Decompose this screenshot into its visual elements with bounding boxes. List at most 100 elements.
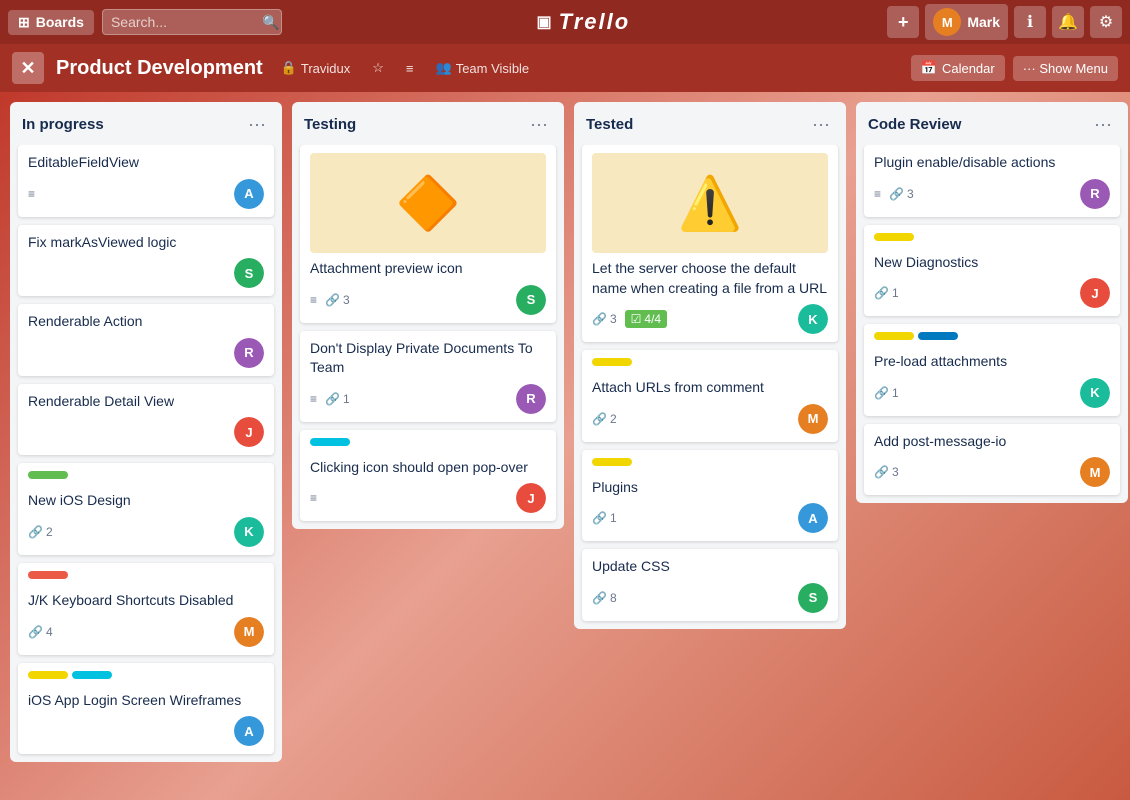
- user-menu-button[interactable]: M Mark: [925, 4, 1008, 40]
- card-title: Attach URLs from comment: [592, 378, 828, 398]
- card[interactable]: J/K Keyboard Shortcuts Disabled🔗 4 M: [18, 563, 274, 655]
- card-footer: 🔗 2 M: [592, 404, 828, 434]
- list-menu-button[interactable]: ···: [808, 112, 834, 137]
- board-header: ✕ Product Development 🔒 Travidux ☆ ≡ 👥 T…: [0, 44, 1130, 92]
- card-title: J/K Keyboard Shortcuts Disabled: [28, 591, 264, 611]
- attachment-badge: 🔗 3: [592, 312, 617, 326]
- card-avatar: M: [798, 404, 828, 434]
- board-icon: ✕: [12, 52, 44, 84]
- card[interactable]: iOS App Login Screen Wireframes A: [18, 663, 274, 755]
- card-avatar: S: [516, 285, 546, 315]
- calendar-button[interactable]: 📅 Calendar: [911, 55, 1005, 81]
- attachment-badge: 🔗 1: [325, 392, 350, 406]
- card-label: [28, 571, 68, 579]
- card-labels: [28, 671, 264, 685]
- desc-icon: ≡: [310, 293, 317, 307]
- clip-icon: 🔗: [592, 511, 607, 525]
- card[interactable]: New Diagnostics🔗 1 J: [864, 225, 1120, 317]
- card-badges: 🔗 1: [592, 511, 617, 525]
- list-menu-button[interactable]: ···: [526, 112, 552, 137]
- attachment-badge: 🔗 3: [889, 187, 914, 201]
- card-avatar: S: [798, 583, 828, 613]
- visibility-button[interactable]: 👥 Team Visible: [430, 56, 536, 80]
- card-title: Attachment preview icon: [310, 259, 546, 279]
- card[interactable]: Attach URLs from comment 🔗 2 M: [582, 350, 838, 442]
- clip-icon: 🔗: [28, 625, 43, 639]
- gear-icon: ⚙: [1099, 12, 1113, 32]
- card-title: iOS App Login Screen Wireframes: [28, 691, 264, 711]
- card[interactable]: Clicking icon should open pop-over≡ J: [300, 430, 556, 522]
- workspace-name: Travidux: [301, 61, 350, 76]
- card-badges: 🔗 1: [874, 386, 899, 400]
- workspace-link[interactable]: 🔒 Travidux: [275, 56, 357, 80]
- card[interactable]: Don't Display Private Documents To Team ≡…: [300, 331, 556, 422]
- card[interactable]: Renderable Action R: [18, 304, 274, 376]
- card-title: EditableFieldView: [28, 153, 264, 173]
- star-button[interactable]: ☆: [366, 56, 390, 80]
- card-label: [28, 471, 68, 479]
- clip-icon: 🔗: [874, 465, 889, 479]
- card-badges: ≡ 🔗 1: [310, 392, 350, 406]
- card-labels: [310, 438, 546, 452]
- list-title: Testing: [304, 116, 356, 133]
- list-in-progress: In progress ··· EditableFieldView≡ A Fix…: [10, 102, 282, 762]
- description-badge: ≡: [874, 187, 881, 201]
- card-badges: 🔗 4: [28, 625, 53, 639]
- nav-right: + M Mark ℹ 🔔 ⚙: [887, 4, 1122, 40]
- card[interactable]: Plugin enable/disable actions≡🔗 3 R: [864, 145, 1120, 217]
- app-name: Trello: [559, 9, 631, 35]
- list-title: In progress: [22, 116, 104, 133]
- boards-button[interactable]: ⊞ Boards: [8, 10, 94, 35]
- checklist-badge: ☑ 4/4: [625, 310, 667, 328]
- list-testing: Testing ··· 🔶 Attachment preview icon≡🔗 …: [292, 102, 564, 529]
- card-footer: A: [28, 716, 264, 746]
- card[interactable]: Update CSS🔗 8 S: [582, 549, 838, 621]
- card[interactable]: Renderable Detail View J: [18, 384, 274, 456]
- attachment-badge: 🔗 8: [592, 591, 617, 605]
- card[interactable]: Pre-load attachments🔗 1 K: [864, 324, 1120, 416]
- card[interactable]: Plugins🔗 1 A: [582, 450, 838, 542]
- desc-icon: ≡: [310, 392, 317, 406]
- list-menu-button[interactable]: ···: [1090, 112, 1116, 137]
- card-title: Fix markAsViewed logic: [28, 233, 264, 253]
- add-button[interactable]: +: [887, 6, 919, 38]
- menu-dots-button[interactable]: ≡: [400, 57, 420, 80]
- calendar-icon: 📅: [921, 60, 937, 76]
- search-input[interactable]: [102, 9, 282, 35]
- card-title: Renderable Detail View: [28, 392, 264, 412]
- show-menu-button[interactable]: ··· Show Menu: [1013, 56, 1118, 81]
- card[interactable]: Add post-message-io🔗 3 M: [864, 424, 1120, 496]
- card[interactable]: EditableFieldView≡ A: [18, 145, 274, 217]
- card-title: Don't Display Private Documents To Team: [310, 339, 546, 378]
- attachment-badge: 🔗 2: [592, 412, 617, 426]
- card-title: Renderable Action: [28, 312, 264, 332]
- card-footer: J: [28, 417, 264, 447]
- board-meta: 🔒 Travidux ☆ ≡ 👥 Team Visible: [275, 56, 535, 80]
- settings-button[interactable]: ⚙: [1090, 6, 1122, 38]
- card[interactable]: Fix markAsViewed logic S: [18, 225, 274, 297]
- description-badge: ≡: [310, 491, 317, 505]
- info-button[interactable]: ℹ: [1014, 6, 1046, 38]
- show-menu-label: Show Menu: [1039, 61, 1108, 76]
- list-code-review: Code Review ··· Plugin enable/disable ac…: [856, 102, 1128, 503]
- card-title: Clicking icon should open pop-over: [310, 458, 546, 478]
- top-navigation: ⊞ Boards 🔍 ▣ Trello + M Mark ℹ 🔔 ⚙: [0, 0, 1130, 44]
- list-title: Tested: [586, 116, 633, 133]
- plus-icon: +: [898, 12, 909, 33]
- card-badges: 🔗 3: [874, 465, 899, 479]
- attachment-badge: 🔗 1: [592, 511, 617, 525]
- card-avatar: K: [798, 304, 828, 334]
- user-name: Mark: [967, 14, 1000, 30]
- card[interactable]: ⚠️ Let the server choose the default nam…: [582, 145, 838, 342]
- card-badges: ≡: [310, 491, 317, 505]
- card[interactable]: New iOS Design🔗 2 K: [18, 463, 274, 555]
- list-menu-button[interactable]: ···: [244, 112, 270, 137]
- card[interactable]: 🔶 Attachment preview icon≡🔗 3 S: [300, 145, 556, 323]
- clip-icon: 🔗: [325, 392, 340, 406]
- card-footer: ≡🔗 3 S: [310, 285, 546, 315]
- card-footer: 🔗 1 K: [874, 378, 1110, 408]
- card-label: [592, 458, 632, 466]
- card-title: Plugins: [592, 478, 828, 498]
- notifications-button[interactable]: 🔔: [1052, 6, 1084, 38]
- card-title: Plugin enable/disable actions: [874, 153, 1110, 173]
